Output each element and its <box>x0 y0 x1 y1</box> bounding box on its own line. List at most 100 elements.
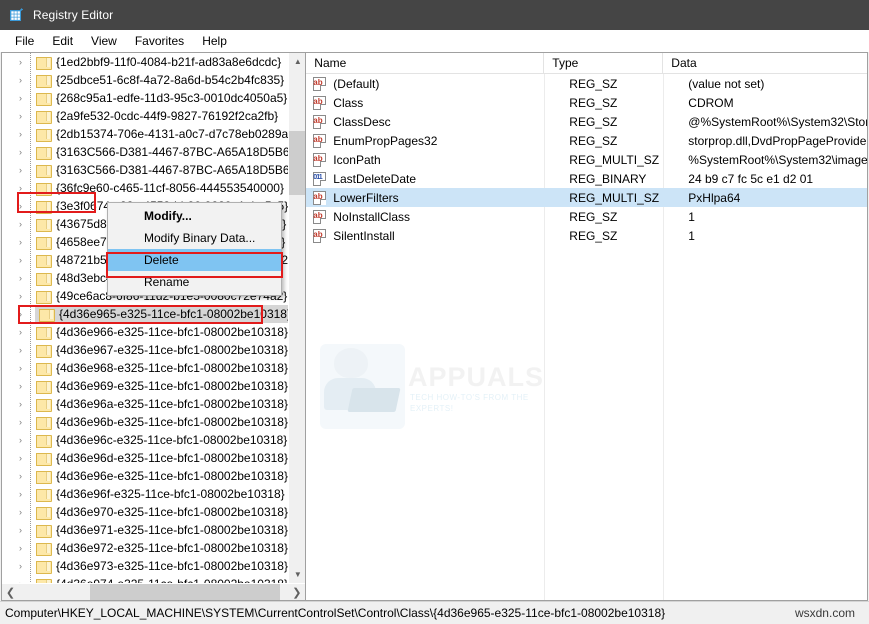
tree-connector-line <box>27 251 36 269</box>
chevron-right-icon[interactable]: › <box>14 503 27 521</box>
chevron-right-icon[interactable]: › <box>14 71 27 89</box>
column-header-data[interactable]: Data <box>663 53 867 74</box>
chevron-right-icon[interactable]: › <box>14 395 27 413</box>
menu-view[interactable]: View <box>82 32 126 50</box>
value-data: CDROM <box>680 96 867 110</box>
tree-item[interactable]: ›{4d36e96c-e325-11ce-bfc1-08002be10318} <box>2 431 305 449</box>
tree-item[interactable]: ›{3163C566-D381-4467-87BC-A65A18D5B648} <box>2 143 305 161</box>
value-row[interactable]: abClassDescREG_SZ@%SystemRoot%\System32\… <box>306 112 867 131</box>
tree-item-label: {2db15374-706e-4131-a0c7-d7c78eb0289a} <box>56 127 292 141</box>
chevron-right-icon[interactable]: › <box>14 269 27 287</box>
menu-file[interactable]: File <box>6 32 43 50</box>
tree-horizontal-scrollbar[interactable]: ❮ ❯ <box>2 583 305 600</box>
tree-item-content: {4d36e969-e325-11ce-bfc1-08002be10318} <box>36 377 288 395</box>
tree-item[interactable]: › {2db15374-706e-4131-a0c7-d7c78eb0289a} <box>2 125 305 143</box>
tree-item[interactable]: ›{4d36e973-e325-11ce-bfc1-08002be10318} <box>2 557 305 575</box>
chevron-right-icon[interactable]: › <box>14 359 27 377</box>
context-menu-rename[interactable]: Rename <box>108 271 281 293</box>
tree-vertical-scrollbar[interactable]: ▲ ▼ <box>288 53 305 583</box>
value-row-selected[interactable]: abLowerFiltersREG_MULTI_SZPxHlpa64 <box>306 188 867 207</box>
tree-item[interactable]: ›{4d36e970-e325-11ce-bfc1-08002be10318} <box>2 503 305 521</box>
tree-vscroll-thumb[interactable] <box>289 131 305 195</box>
tree-item[interactable]: › {25dbce51-6c8f-4a72-8a6d-b54c2b4fc835} <box>2 71 305 89</box>
value-data: %SystemRoot%\System32\imagere <box>680 153 867 167</box>
chevron-right-icon[interactable]: › <box>14 89 27 107</box>
tree-item-content: {4d36e972-e325-11ce-bfc1-08002be10318} <box>36 539 288 557</box>
tree-item-selected[interactable]: › {4d36e965-e325-11ce-bfc1-08002be10318} <box>2 305 305 323</box>
tree-item-label: {25dbce51-6c8f-4a72-8a6d-b54c2b4fc835} <box>56 73 284 87</box>
menu-help[interactable]: Help <box>193 32 236 50</box>
value-data: 1 <box>680 210 867 224</box>
value-row[interactable]: abSilentInstallREG_SZ1 <box>306 226 867 245</box>
tree-item-label: {4d36e966-e325-11ce-bfc1-08002be10318} <box>56 325 288 339</box>
context-menu-modify-binary-data[interactable]: Modify Binary Data... <box>108 227 281 249</box>
chevron-right-icon[interactable]: › <box>14 377 27 395</box>
tree-item[interactable]: › {1ed2bbf9-11f0-4084-b21f-ad83a8e6dcdc} <box>2 53 305 71</box>
chevron-right-icon[interactable]: › <box>14 575 27 583</box>
column-header-type[interactable]: Type <box>544 53 663 74</box>
chevron-right-icon[interactable]: › <box>14 305 27 323</box>
value-row[interactable]: abIconPathREG_MULTI_SZ%SystemRoot%\Syste… <box>306 150 867 169</box>
tree-item[interactable]: ›{4d36e968-e325-11ce-bfc1-08002be10318} <box>2 359 305 377</box>
chevron-right-icon[interactable]: › <box>14 287 27 305</box>
tree-connector-line <box>27 449 36 467</box>
chevron-right-icon[interactable]: › <box>14 485 27 503</box>
tree-hscroll-thumb[interactable] <box>90 584 280 601</box>
tree-item[interactable]: ›{4d36e96e-e325-11ce-bfc1-08002be10318} <box>2 467 305 485</box>
chevron-right-icon[interactable]: › <box>14 197 27 215</box>
value-row[interactable]: abClassREG_SZCDROM <box>306 93 867 112</box>
chevron-right-icon[interactable]: › <box>14 233 27 251</box>
tree-item[interactable]: › {4d36e972-e325-11ce-bfc1-08002be10318} <box>2 539 305 557</box>
tree-item-label: {4d36e969-e325-11ce-bfc1-08002be10318} <box>56 379 288 393</box>
tree-item[interactable]: › {4d36e974-e325-11ce-bfc1-08002be10318} <box>2 575 305 583</box>
column-header-name[interactable]: Name <box>306 53 544 74</box>
value-row[interactable]: abNoInstallClassREG_SZ1 <box>306 207 867 226</box>
tree-item[interactable]: ›{4d36e96b-e325-11ce-bfc1-08002be10318} <box>2 413 305 431</box>
chevron-right-icon[interactable]: › <box>14 53 27 71</box>
tree-item[interactable]: › {4d36e969-e325-11ce-bfc1-08002be10318} <box>2 377 305 395</box>
scroll-down-icon[interactable]: ▼ <box>289 566 305 583</box>
tree-item[interactable]: ›{36fc9e60-c465-11cf-8056-444553540000} <box>2 179 305 197</box>
chevron-right-icon[interactable]: › <box>14 125 27 143</box>
chevron-right-icon[interactable]: › <box>14 323 27 341</box>
chevron-right-icon[interactable]: › <box>14 107 27 125</box>
value-row[interactable]: 011LastDeleteDateREG_BINARY24 b9 c7 fc 5… <box>306 169 867 188</box>
registry-editor-icon <box>9 7 25 23</box>
tree-item[interactable]: ›{4d36e967-e325-11ce-bfc1-08002be10318} <box>2 341 305 359</box>
chevron-right-icon[interactable]: › <box>14 539 27 557</box>
chevron-right-icon[interactable]: › <box>14 449 27 467</box>
chevron-right-icon[interactable]: › <box>14 413 27 431</box>
tree-item[interactable]: ›{3163C566-D381-4467-87BC-A65A18D5B649} <box>2 161 305 179</box>
menu-edit[interactable]: Edit <box>43 32 82 50</box>
tree-item[interactable]: › {4d36e96f-e325-11ce-bfc1-08002be10318} <box>2 485 305 503</box>
chevron-right-icon[interactable]: › <box>14 467 27 485</box>
tree-item-content: {4d36e974-e325-11ce-bfc1-08002be10318} <box>36 575 288 583</box>
value-row[interactable]: ab(Default)REG_SZ(value not set) <box>306 74 867 93</box>
value-row[interactable]: abEnumPropPages32REG_SZstorprop.dll,DvdP… <box>306 131 867 150</box>
tree-item[interactable]: ›{268c95a1-edfe-11d3-95c3-0010dc4050a5} <box>2 89 305 107</box>
menu-favorites[interactable]: Favorites <box>126 32 193 50</box>
chevron-right-icon[interactable]: › <box>14 521 27 539</box>
chevron-right-icon[interactable]: › <box>14 143 27 161</box>
tree-item-content: {1ed2bbf9-11f0-4084-b21f-ad83a8e6dcdc} <box>36 53 281 71</box>
tree-item[interactable]: ›{2a9fe532-0cdc-44f9-9827-76192f2ca2fb} <box>2 107 305 125</box>
tree-item-label: {4d36e96f-e325-11ce-bfc1-08002be10318} <box>56 487 285 501</box>
tree-item-content: {4d36e965-e325-11ce-bfc1-08002be10318} <box>35 305 295 323</box>
scroll-up-icon[interactable]: ▲ <box>289 53 305 70</box>
context-menu-delete[interactable]: Delete <box>108 249 281 271</box>
tree-item[interactable]: ›{4d36e971-e325-11ce-bfc1-08002be10318} <box>2 521 305 539</box>
chevron-right-icon[interactable]: › <box>14 215 27 233</box>
chevron-right-icon[interactable]: › <box>14 179 27 197</box>
tree-item[interactable]: › {4d36e966-e325-11ce-bfc1-08002be10318} <box>2 323 305 341</box>
chevron-right-icon[interactable]: › <box>14 431 27 449</box>
tree-connector-line <box>27 161 36 179</box>
chevron-right-icon[interactable]: › <box>14 251 27 269</box>
chevron-right-icon[interactable]: › <box>14 557 27 575</box>
chevron-right-icon[interactable]: › <box>14 161 27 179</box>
scroll-right-icon[interactable]: ❯ <box>288 584 305 601</box>
scroll-left-icon[interactable]: ❮ <box>2 584 19 601</box>
context-menu-modify[interactable]: Modify... <box>108 205 281 227</box>
tree-item[interactable]: ›{4d36e96a-e325-11ce-bfc1-08002be10318} <box>2 395 305 413</box>
tree-item[interactable]: ›{4d36e96d-e325-11ce-bfc1-08002be10318} <box>2 449 305 467</box>
chevron-right-icon[interactable]: › <box>14 341 27 359</box>
